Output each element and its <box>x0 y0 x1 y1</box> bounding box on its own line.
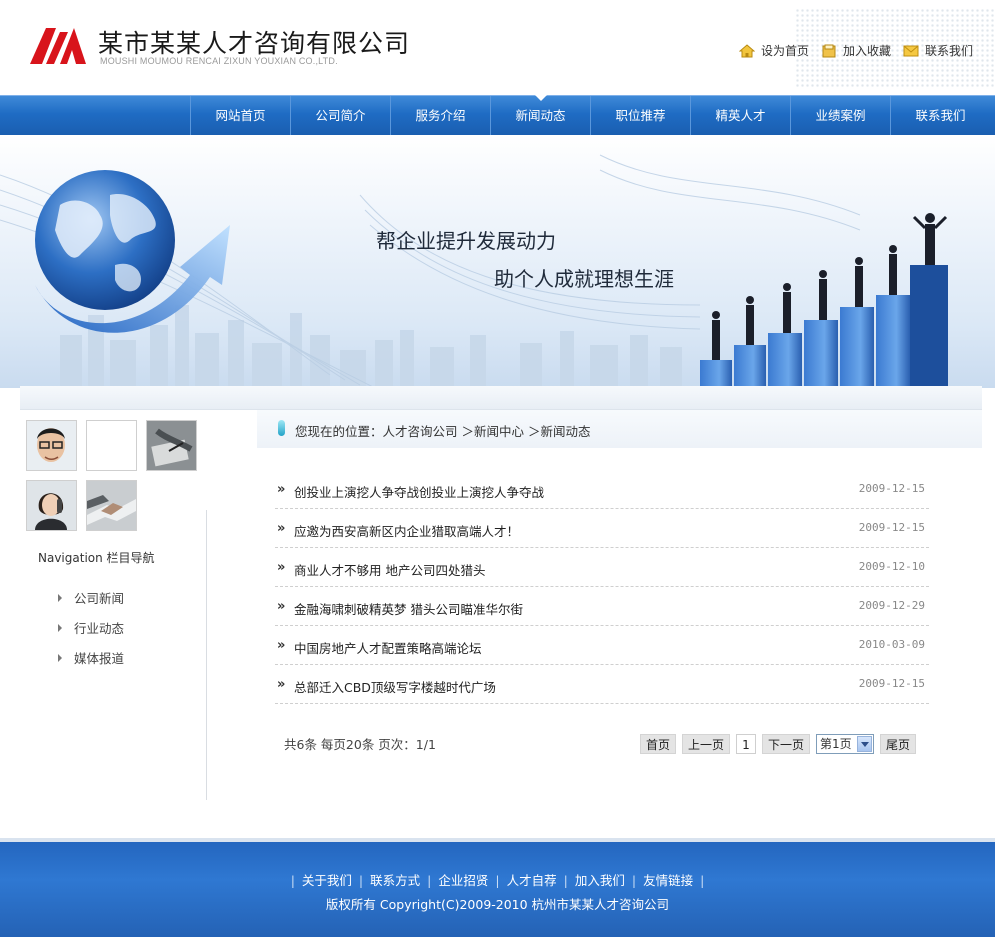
nav-item-talent[interactable]: 精英人才 <box>690 96 790 136</box>
news-date: 2009-12-10 <box>858 560 925 573</box>
company-english-name: MOUSHI MOUMOU RENCAI ZIXUN YOUXIAN CO.,L… <box>100 56 338 66</box>
banner-artwork <box>0 154 948 388</box>
sidebar-item-label: 公司新闻 <box>74 591 125 606</box>
double-chevron-icon: » <box>277 482 286 497</box>
double-chevron-icon: » <box>277 677 286 692</box>
sidebar-item-label: 行业动态 <box>74 621 125 636</box>
footer-link-about[interactable]: 关于我们 <box>302 873 352 888</box>
nav-item-cases[interactable]: 业绩案例 <box>790 96 890 136</box>
news-item[interactable]: » 应邀为西安高新区内企业猎取高端人才！ 2009-12-15 <box>275 509 929 548</box>
footer-link-recruit[interactable]: 企业招贤 <box>438 873 488 888</box>
pagination-info: 共6条 每页20条 页次：1/1 <box>284 737 436 752</box>
page-number-1[interactable]: 1 <box>736 734 756 754</box>
footer-link-join[interactable]: 加入我们 <box>575 873 625 888</box>
news-list: » 创投业上演挖人争夺战创投业上演挖人争夺战 2009-12-15 » 应邀为西… <box>275 470 929 704</box>
company-logo[interactable] <box>30 26 90 66</box>
double-chevron-icon: » <box>277 638 286 653</box>
news-title[interactable]: 应邀为西安高新区内企业猎取高端人才！ <box>294 521 519 540</box>
top-links: 设为首页 加入收藏 联系我们 <box>738 42 973 59</box>
chevron-down-icon <box>857 736 872 752</box>
sidebar-item-industry-news[interactable]: 行业动态 <box>58 618 124 637</box>
first-page-button[interactable]: 首页 <box>640 734 676 754</box>
double-chevron-icon: » <box>277 560 286 575</box>
company-name: 某市某某人才咨询有限公司 <box>98 29 411 58</box>
home-icon <box>738 43 755 57</box>
caret-right-icon <box>58 654 62 662</box>
news-title[interactable]: 中国房地产人才配置策略高端论坛 <box>294 638 482 657</box>
sidebar-item-label: 媒体报道 <box>74 651 125 666</box>
contact-us-link[interactable]: 联系我们 <box>903 42 973 59</box>
page-select-value: 第1页 <box>820 737 852 751</box>
news-item[interactable]: » 金融海啸刺破精英梦 猎头公司瞄准华尔街 2009-12-29 <box>275 587 929 626</box>
nav-item-jobs[interactable]: 职位推荐 <box>590 96 690 136</box>
sidebar: Navigation 栏目导航 公司新闻 行业动态 媒体报道 <box>20 410 208 800</box>
sidebar-item-media-reports[interactable]: 媒体报道 <box>58 648 124 667</box>
footer-links: | 关于我们 | 联系方式 | 企业招贤 | 人才自荐 | 加入我们 | 友情链接 | <box>290 873 705 888</box>
banner-slogan-1: 帮企业提升发展动力 <box>376 229 556 253</box>
thumbnail-writing[interactable] <box>146 420 197 471</box>
caret-right-icon <box>58 594 62 602</box>
nav-item-services[interactable]: 服务介绍 <box>390 96 490 136</box>
sidebar-item-company-news[interactable]: 公司新闻 <box>58 588 124 607</box>
thumbnail-man-glasses[interactable] <box>26 420 77 471</box>
add-favorite-label: 加入收藏 <box>842 44 891 58</box>
nav-item-home[interactable]: 网站首页 <box>190 96 290 136</box>
set-homepage-label: 设为首页 <box>760 44 809 58</box>
page: 某市某某人才咨询有限公司 MOUSHI MOUMOU RENCAI ZIXUN … <box>0 0 995 937</box>
caret-right-icon <box>58 624 62 632</box>
sidebar-divider <box>206 510 207 800</box>
nav-item-about[interactable]: 公司简介 <box>290 96 390 136</box>
breadcrumb-bar: 您现在的位置：人才咨询公司 ＞新闻中心 ＞新闻动态 <box>257 410 982 448</box>
contact-us-label: 联系我们 <box>924 44 973 58</box>
news-title[interactable]: 创投业上演挖人争夺战创投业上演挖人争夺战 <box>294 482 544 501</box>
sidebar-nav-title: Navigation 栏目导航 <box>38 551 155 565</box>
mail-icon <box>903 45 919 56</box>
double-chevron-icon: » <box>277 521 286 536</box>
footer-link-friends[interactable]: 友情链接 <box>643 873 693 888</box>
nav-item-news[interactable]: 新闻动态 <box>490 95 590 136</box>
news-date: 2009-12-29 <box>858 599 925 612</box>
add-favorite-link[interactable]: 加入收藏 <box>821 42 891 59</box>
news-date: 2009-12-15 <box>858 482 925 495</box>
news-title[interactable]: 金融海啸刺破精英梦 猎头公司瞄准华尔街 <box>294 599 523 618</box>
banner: 帮企业提升发展动力 助个人成就理想生涯 <box>0 135 995 388</box>
thumbnail-blank[interactable] <box>86 420 137 471</box>
page-select[interactable]: 第1页 <box>816 734 874 754</box>
last-page-button[interactable]: 尾页 <box>880 734 916 754</box>
banner-slogan-2: 助个人成就理想生涯 <box>494 267 674 291</box>
footer: | 关于我们 | 联系方式 | 企业招贤 | 人才自荐 | 加入我们 | 友情链接 | 版权所有 Cop… <box>0 838 995 937</box>
thumbnail-handshake[interactable] <box>86 480 137 531</box>
banner-base-strip <box>20 386 982 410</box>
copyright: 版权所有 Copyright(C)2009-2010 杭州市某某人才咨询公司 <box>325 897 670 912</box>
main-nav: 网站首页 公司简介 服务介绍 新闻动态 职位推荐 精英人才 业绩案例 联系我们 <box>0 95 995 136</box>
set-homepage-link[interactable]: 设为首页 <box>738 42 809 59</box>
location-marker-icon <box>278 420 285 436</box>
double-chevron-icon: » <box>277 599 286 614</box>
nav-item-contact[interactable]: 联系我们 <box>890 96 990 136</box>
news-date: 2010-03-09 <box>858 638 925 651</box>
news-date: 2009-12-15 <box>858 677 925 690</box>
news-date: 2009-12-15 <box>858 521 925 534</box>
footer-link-contact[interactable]: 联系方式 <box>370 873 420 888</box>
breadcrumb: 您现在的位置：人才咨询公司 ＞新闻中心 ＞新闻动态 <box>295 424 591 439</box>
news-title[interactable]: 总部迁入CBD顶级写字楼越时代广场 <box>294 677 496 696</box>
news-item[interactable]: » 创投业上演挖人争夺战创投业上演挖人争夺战 2009-12-15 <box>275 470 929 509</box>
header: 某市某某人才咨询有限公司 MOUSHI MOUMOU RENCAI ZIXUN … <box>0 0 995 95</box>
news-title[interactable]: 商业人才不够用 地产公司四处猎头 <box>294 560 485 579</box>
news-item[interactable]: » 中国房地产人才配置策略高端论坛 2010-03-09 <box>275 626 929 665</box>
thumbnail-woman-phone[interactable] <box>26 480 77 531</box>
next-page-button[interactable]: 下一页 <box>762 734 810 754</box>
prev-page-button[interactable]: 上一页 <box>682 734 730 754</box>
favorite-icon <box>822 44 836 57</box>
news-item[interactable]: » 总部迁入CBD顶级写字楼越时代广场 2009-12-15 <box>275 665 929 704</box>
footer-link-self-recommend[interactable]: 人才自荐 <box>507 873 557 888</box>
news-item[interactable]: » 商业人才不够用 地产公司四处猎头 2009-12-10 <box>275 548 929 587</box>
